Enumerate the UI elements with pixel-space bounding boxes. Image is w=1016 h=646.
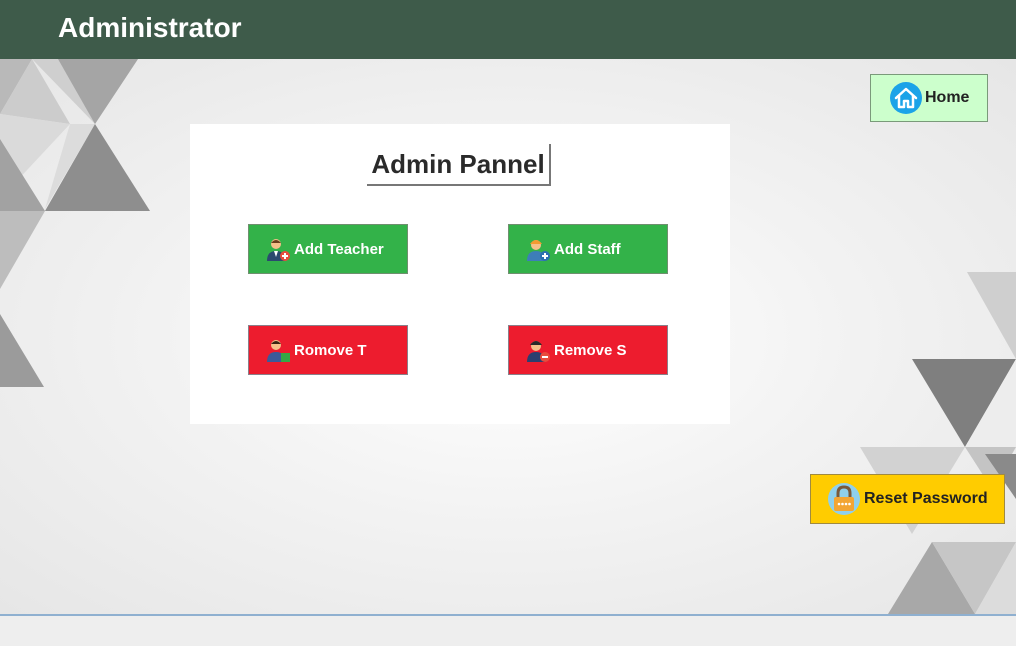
reset-password-label: Reset Password [864, 490, 988, 507]
remove-staff-label: Remove S [554, 341, 627, 359]
admin-panel: Admin Pannel Add Teacher Add Staff Romov… [190, 124, 730, 424]
home-button[interactable]: Home [870, 74, 988, 122]
panel-title: Admin Pannel [367, 144, 551, 186]
add-teacher-label: Add Teacher [294, 240, 384, 258]
add-staff-icon [527, 240, 550, 261]
add-teacher-button[interactable]: Add Teacher [248, 224, 408, 274]
lock-icon [828, 483, 860, 515]
reset-password-button[interactable]: Reset Password [810, 474, 1005, 524]
add-teacher-icon [267, 239, 290, 261]
remove-staff-button[interactable]: Remove S [508, 325, 668, 375]
window-title: Administrator [58, 12, 242, 43]
add-staff-button[interactable]: Add Staff [508, 224, 668, 274]
remove-teacher-button[interactable]: Romove T [248, 325, 408, 375]
remove-teacher-icon [267, 340, 290, 362]
home-icon [890, 82, 922, 114]
home-button-label: Home [925, 89, 970, 106]
remove-staff-icon [527, 341, 550, 362]
main-area: Home Admin Pannel Add Teacher Add Staff … [0, 59, 1016, 614]
add-staff-label: Add Staff [554, 240, 621, 258]
title-bar: Administrator [0, 0, 1016, 59]
remove-teacher-label: Romove T [294, 341, 367, 359]
status-bar [0, 614, 1016, 646]
